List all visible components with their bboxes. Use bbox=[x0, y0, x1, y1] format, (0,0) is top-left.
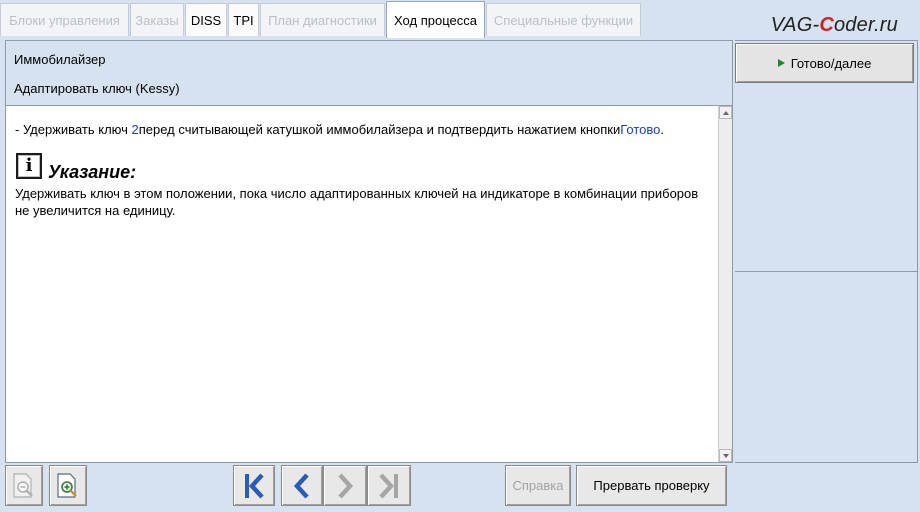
brand-part: VAG- bbox=[770, 14, 820, 36]
tab-tpi[interactable]: TPI bbox=[228, 3, 259, 36]
tab-orders[interactable]: Заказы bbox=[130, 3, 184, 36]
info-glyph: i bbox=[25, 155, 33, 176]
arrow-down-icon bbox=[722, 453, 729, 458]
instruction-middle: перед считывающей катушкой иммобилайзера… bbox=[138, 122, 621, 137]
right-panel: Готово/далее bbox=[735, 40, 918, 463]
skip-last-icon bbox=[379, 472, 398, 499]
zoom-in-button[interactable] bbox=[49, 465, 87, 506]
chevron-right-icon bbox=[338, 472, 354, 499]
instruction-suffix: . bbox=[660, 122, 665, 137]
instruction-content: - Удерживать ключ 2перед считывающей кат… bbox=[6, 105, 718, 462]
ready-next-button[interactable]: Готово/далее bbox=[735, 43, 914, 83]
tab-diagnostic-plan[interactable]: План диагностики bbox=[260, 3, 385, 36]
previous-step-button[interactable] bbox=[281, 465, 323, 506]
brand-part: oder.ru bbox=[833, 14, 898, 36]
note-text: Удерживать ключ в этом положении, пока ч… bbox=[15, 186, 699, 218]
header-procedure: Адаптировать ключ (Kessy) bbox=[14, 81, 180, 96]
ready-next-label: Готово/далее bbox=[790, 55, 872, 71]
zoom-out-button[interactable] bbox=[5, 465, 43, 506]
vertical-scrollbar[interactable] bbox=[718, 105, 732, 462]
tab-special-functions[interactable]: Специальные функции bbox=[486, 3, 641, 36]
play-icon bbox=[777, 59, 785, 67]
bottom-toolbar: Справка Прервать проверку bbox=[5, 463, 918, 510]
instruction-prefix: - Удерживать ключ bbox=[15, 122, 132, 137]
procedure-header: Иммобилайзер Адаптировать ключ (Kessy) bbox=[6, 41, 732, 103]
skip-first-icon bbox=[245, 472, 264, 499]
tab-diss[interactable]: DISS bbox=[185, 3, 227, 36]
tab-control-units[interactable]: Блоки управления bbox=[0, 3, 129, 36]
arrow-up-icon bbox=[722, 110, 729, 115]
tab-process[interactable]: Ход процесса bbox=[386, 1, 485, 38]
note-title: Указание: bbox=[48, 162, 137, 182]
first-step-button[interactable] bbox=[233, 465, 275, 506]
right-panel-top: Готово/далее bbox=[735, 40, 918, 272]
brand-accent: C bbox=[819, 14, 834, 36]
zoom-out-icon bbox=[13, 472, 33, 498]
next-step-button[interactable] bbox=[323, 465, 367, 506]
brand-watermark: VAG-Coder.ru bbox=[771, 14, 898, 37]
right-panel-bottom bbox=[735, 272, 918, 463]
chevron-left-icon bbox=[293, 472, 309, 499]
key-number: 2 bbox=[131, 122, 139, 137]
ready-link[interactable]: Готово bbox=[620, 122, 660, 137]
scroll-down-button[interactable] bbox=[719, 449, 732, 462]
last-step-button[interactable] bbox=[367, 465, 411, 506]
instruction-text: - Удерживать ключ 2перед считывающей кат… bbox=[15, 122, 664, 137]
header-module: Иммобилайзер bbox=[14, 52, 106, 67]
zoom-in-icon bbox=[57, 472, 77, 498]
abort-test-button[interactable]: Прервать проверку bbox=[576, 465, 727, 506]
main-panel: Иммобилайзер Адаптировать ключ (Kessy) -… bbox=[5, 40, 733, 463]
info-icon: i bbox=[16, 153, 42, 179]
help-button[interactable]: Справка bbox=[505, 465, 571, 506]
tab-bar: Блоки управления Заказы DISS TPI План ди… bbox=[0, 0, 920, 38]
scroll-up-button[interactable] bbox=[719, 106, 732, 119]
